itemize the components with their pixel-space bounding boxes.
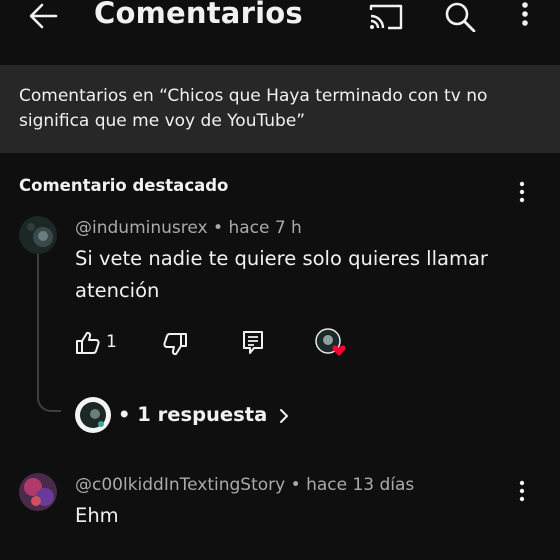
video-context-text: Comentarios en “Chicos que Haya terminad…: [19, 86, 488, 131]
avatar[interactable]: [19, 216, 57, 254]
view-replies-link[interactable]: • 1 respuesta: [118, 403, 290, 426]
comment-author[interactable]: @induminusrex: [75, 218, 208, 238]
replies-bullet: •: [118, 403, 131, 426]
comment-text: Si vete nadie te quiere solo quieres lla…: [75, 247, 488, 302]
like-icon[interactable]: [75, 330, 101, 356]
comment-time: hace 7 h: [228, 218, 302, 238]
meta-separator: •: [213, 218, 224, 238]
comment-time: hace 13 días: [306, 475, 415, 495]
meta-separator: •: [290, 475, 301, 495]
reply-avatar[interactable]: [75, 397, 111, 433]
search-icon[interactable]: [442, 0, 478, 32]
comment-meta: @c00lkiddInTextingStory • hace 13 días: [75, 475, 414, 495]
featured-section-title: Comentario destacado: [19, 176, 229, 195]
avatar[interactable]: [19, 473, 57, 511]
dislike-icon[interactable]: [162, 331, 188, 357]
comment-author[interactable]: @c00lkiddInTextingStory: [75, 475, 285, 495]
thread-connector: [37, 254, 61, 412]
reply-icon[interactable]: [241, 329, 265, 355]
replies-label: 1 respuesta: [137, 403, 268, 426]
page-title: Comentarios: [94, 0, 303, 30]
more-vert-icon[interactable]: [510, 0, 540, 32]
cast-icon[interactable]: [366, 0, 406, 32]
chevron-right-icon: [278, 407, 290, 425]
featured-menu-icon[interactable]: [512, 180, 532, 204]
top-app-bar: Comentarios: [0, 0, 560, 34]
creator-heart-icon: [315, 328, 347, 358]
comment-text: Ehm: [75, 504, 119, 527]
back-arrow-icon[interactable]: [26, 0, 62, 32]
comment-menu-icon[interactable]: [512, 479, 532, 503]
like-count: 1: [106, 332, 117, 352]
comment-meta: @induminusrex • hace 7 h: [75, 218, 302, 238]
